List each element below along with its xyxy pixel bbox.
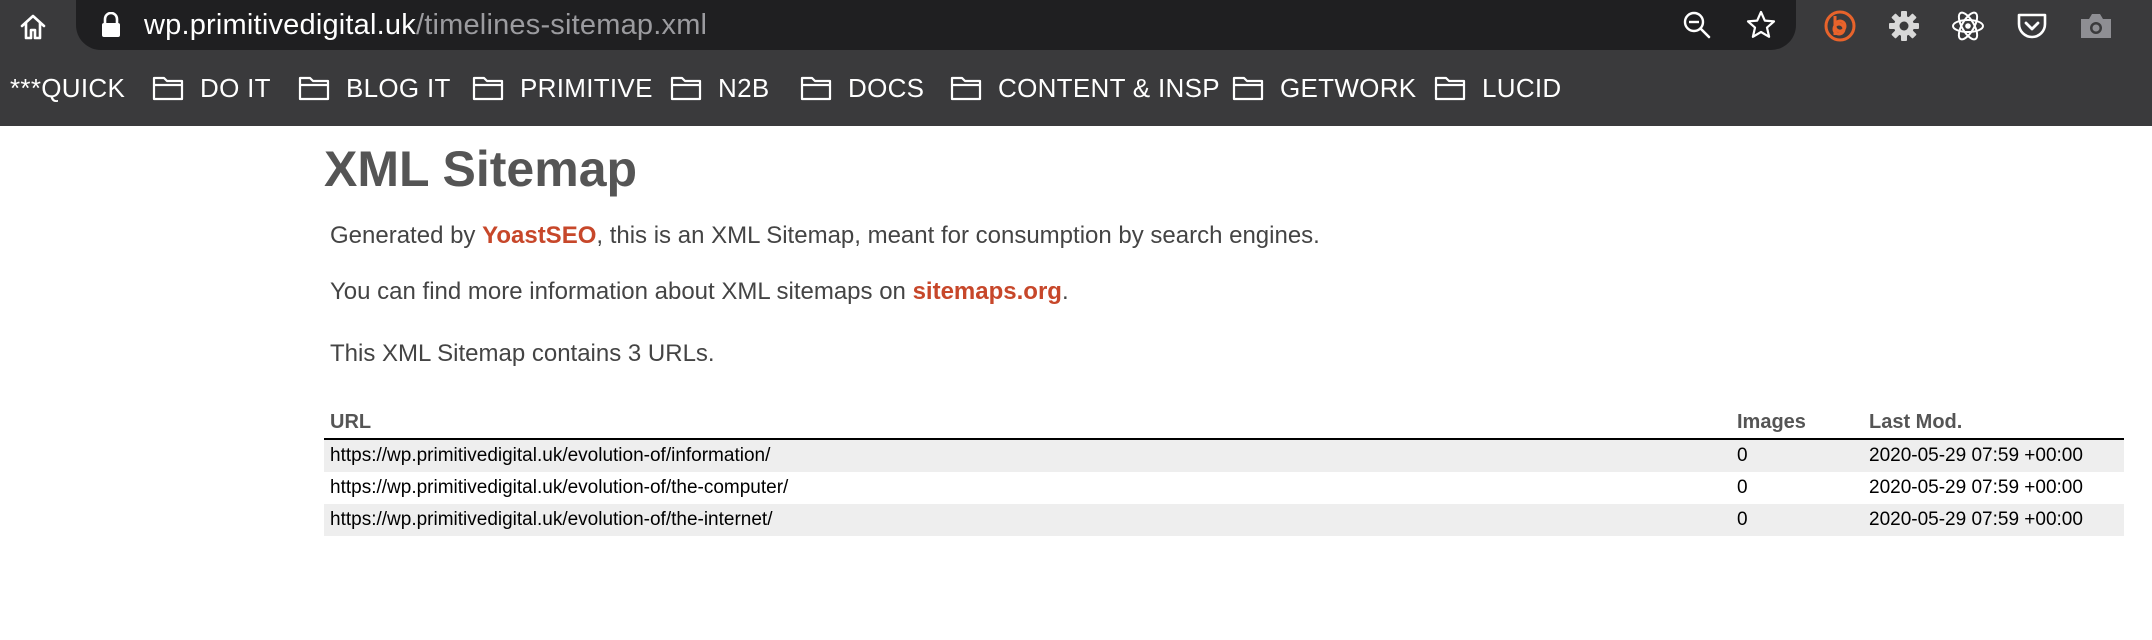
bookmark-label: GETWORK	[1280, 72, 1417, 103]
bookmark-folder-primitive[interactable]: PRIMITIVE	[472, 62, 653, 114]
yoastseo-link[interactable]: YoastSEO	[482, 222, 596, 249]
page-title: XML Sitemap	[324, 141, 638, 197]
url-cell[interactable]: https://wp.primitivedigital.uk/evolution…	[324, 504, 1731, 536]
bookmark-label: DO IT	[200, 72, 271, 103]
bookmark-folder-getwork[interactable]: GETWORK	[1232, 62, 1416, 114]
column-header-images: Images	[1731, 406, 1863, 440]
table-row: https://wp.primitivedigital.uk/evolution…	[324, 439, 2124, 472]
images-cell: 0	[1737, 477, 1748, 498]
url-text[interactable]: wp.primitivedigital.uk/timelines-sitemap…	[144, 8, 707, 42]
column-header-url: URL	[324, 406, 1731, 440]
folder-icon	[152, 76, 184, 101]
bookmark-folder-lucid[interactable]: LUCID	[1434, 62, 1562, 114]
sitemaps-org-link[interactable]: sitemaps.org	[913, 278, 1062, 305]
url-cell[interactable]: https://wp.primitivedigital.uk/evolution…	[324, 439, 1731, 472]
generated-prefix: Generated by	[330, 222, 483, 249]
bookmark-label: N2B	[718, 72, 770, 103]
bookmark-label: PRIMITIVE	[520, 72, 653, 103]
bookmark-folder-blog-it[interactable]: BLOG IT	[298, 62, 451, 114]
url-link[interactable]: https://wp.primitivedigital.uk/evolution…	[330, 477, 788, 498]
table-header-row: URL Images Last Mod.	[324, 406, 2124, 440]
url-link[interactable]: https://wp.primitivedigital.uk/evolution…	[330, 445, 770, 466]
bookmark-folder-content-insp[interactable]: CONTENT & INSP	[950, 62, 1220, 114]
last-mod-cell: 2020-05-29 07:59 +00:00	[1863, 504, 2124, 536]
url-domain: wp.primitivedigital.uk	[144, 9, 416, 41]
browser-toolbar: wp.primitivedigital.uk/timelines-sitemap…	[0, 0, 2152, 126]
folder-icon	[472, 76, 504, 101]
url-count-text: This XML Sitemap contains 3 URLs.	[330, 340, 715, 367]
pocket-icon[interactable]	[2014, 8, 2050, 44]
folder-icon	[298, 76, 330, 101]
bookmark-label: CONTENT & INSP	[998, 72, 1220, 103]
folder-icon	[670, 76, 702, 101]
bookmark-folder-docs[interactable]: DOCS	[800, 62, 924, 114]
extension-icon[interactable]	[2136, 8, 2152, 44]
bookmark-label: BLOG IT	[346, 72, 451, 103]
images-cell: 0	[1731, 439, 1863, 472]
address-bar[interactable]: wp.primitivedigital.uk/timelines-sitemap…	[76, 0, 1796, 50]
bookmark-label: LUCID	[1482, 72, 1562, 103]
bookmark-folder-n2b[interactable]: N2B	[670, 62, 769, 114]
last-mod-cell: 2020-05-29 07:59 +00:00	[1869, 477, 2083, 498]
info-suffix: .	[1061, 278, 1069, 305]
react-atom-icon[interactable]	[1950, 8, 1986, 44]
folder-icon	[1232, 76, 1264, 101]
star-icon[interactable]	[1744, 8, 1778, 42]
bookmark-label: ***QUICK	[10, 72, 126, 103]
folder-icon	[1434, 76, 1466, 101]
bookmark-label: DOCS	[848, 72, 925, 103]
url-cell[interactable]: https://wp.primitivedigital.uk/evolution…	[324, 472, 1731, 504]
bookmarks-bar: ***QUICK DO IT BLOG IT PRIMITIVE N2B DOC…	[0, 62, 2152, 114]
url-link[interactable]: https://wp.primitivedigital.uk/evolution…	[330, 509, 773, 530]
folder-icon	[950, 76, 982, 101]
table-row: https://wp.primitivedigital.uk/evolution…	[324, 504, 2124, 536]
generated-by-text: Generated by YoastSEO, this is an XML Si…	[330, 222, 1320, 250]
home-icon[interactable]	[16, 10, 50, 44]
images-cell: 0	[1731, 504, 1863, 536]
zoom-out-icon[interactable]	[1680, 8, 1714, 42]
gear-icon[interactable]	[1886, 8, 1922, 44]
camera-icon[interactable]	[2078, 8, 2114, 44]
column-header-last-mod: Last Mod.	[1863, 406, 2124, 440]
more-info-text: You can find more information about XML …	[330, 278, 1069, 306]
last-mod-cell: 2020-05-29 07:59 +00:00	[1863, 439, 2124, 472]
bookmark-folder-do-it[interactable]: DO IT	[152, 62, 271, 114]
info-prefix: You can find more information about XML …	[330, 278, 913, 305]
lock-icon[interactable]	[100, 11, 122, 38]
brave-b-icon[interactable]	[1822, 8, 1858, 44]
table-row: https://wp.primitivedigital.uk/evolution…	[324, 472, 2124, 504]
generated-suffix: , this is an XML Sitemap, meant for cons…	[596, 222, 1320, 249]
url-path: /timelines-sitemap.xml	[415, 9, 708, 41]
sitemap-table: URL Images Last Mod. https://wp.primitiv…	[324, 406, 2124, 536]
bookmark-quick[interactable]: ***QUICK	[10, 62, 125, 114]
folder-icon	[800, 76, 832, 101]
